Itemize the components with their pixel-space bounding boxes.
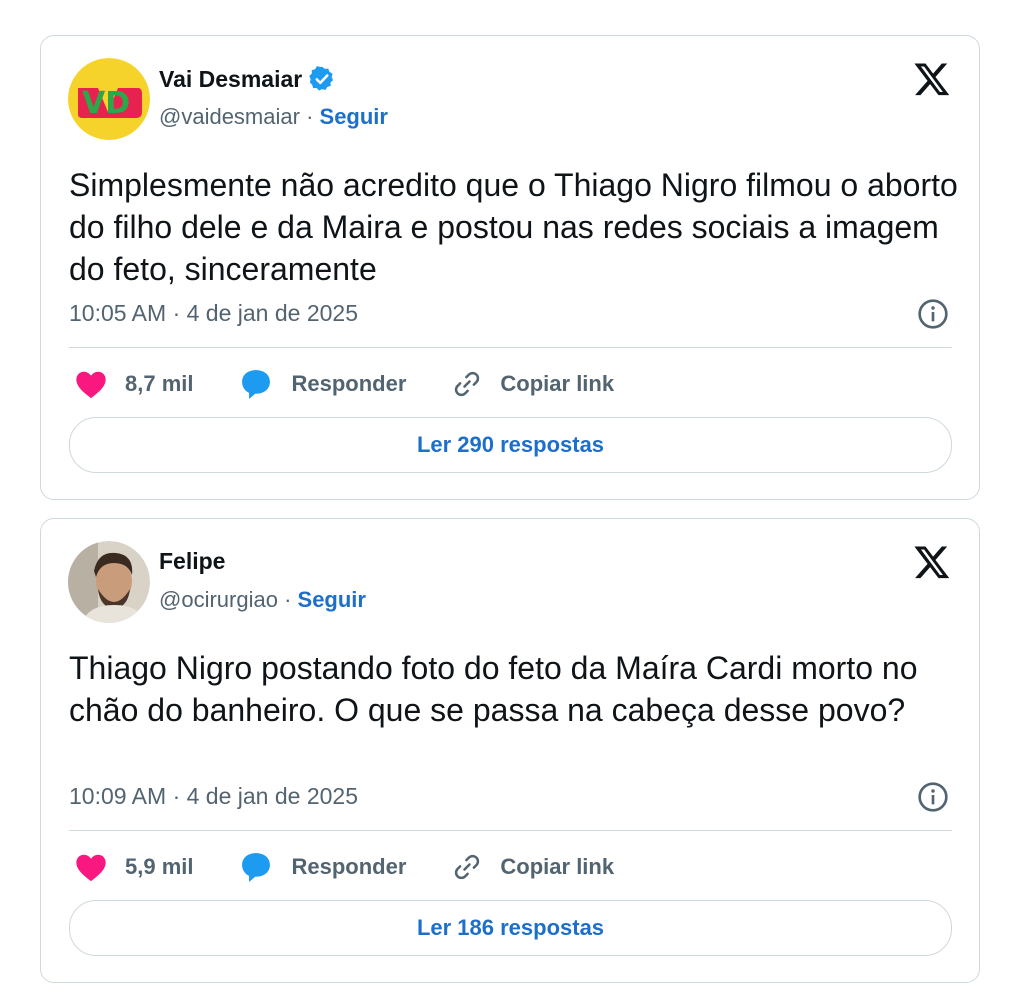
x-logo-icon[interactable] bbox=[913, 543, 951, 581]
tweet-text: Simplesmente não acredito que o Thiago N… bbox=[69, 167, 958, 287]
display-name[interactable]: Vai Desmaiar bbox=[159, 66, 302, 93]
read-replies-button[interactable]: Ler 186 respostas bbox=[69, 900, 952, 956]
avatar-logo-letters: VD bbox=[82, 86, 130, 121]
link-icon bbox=[455, 854, 480, 880]
heart-icon bbox=[76, 371, 106, 399]
like-count: 8,7 mil bbox=[125, 371, 194, 396]
tweet-card: VD Vai Desmaiar @vaidesmaiar · Seguir Si… bbox=[40, 35, 980, 500]
handle[interactable]: @vaidesmaiar bbox=[159, 104, 300, 129]
copy-link-button[interactable]: Copiar link bbox=[452, 852, 614, 882]
separator: · bbox=[284, 587, 298, 612]
copy-link-label: Copiar link bbox=[500, 371, 615, 396]
info-icon[interactable] bbox=[917, 781, 949, 813]
tweet-card: Felipe @ocirurgiao · Seguir Thiago Nigro… bbox=[40, 518, 980, 983]
speech-bubble-icon bbox=[242, 370, 271, 400]
speech-bubble-icon bbox=[242, 853, 271, 883]
reply-button[interactable]: Responder bbox=[239, 851, 406, 883]
timestamp[interactable]: 10:09 AM · 4 de jan de 2025 bbox=[69, 783, 358, 810]
info-icon[interactable] bbox=[917, 298, 949, 330]
read-replies-button[interactable]: Ler 290 respostas bbox=[69, 417, 952, 473]
reply-label: Responder bbox=[291, 371, 407, 396]
copy-link-button[interactable]: Copiar link bbox=[452, 369, 614, 399]
separator: · bbox=[306, 104, 320, 129]
like-count: 5,9 mil bbox=[125, 854, 194, 879]
divider bbox=[69, 347, 952, 348]
like-button[interactable]: 5,9 mil bbox=[75, 852, 193, 882]
copy-link-label: Copiar link bbox=[500, 854, 615, 879]
follow-button[interactable]: Seguir bbox=[298, 587, 366, 612]
avatar[interactable]: VD bbox=[68, 58, 150, 140]
link-icon bbox=[455, 371, 480, 397]
reply-button[interactable]: Responder bbox=[239, 368, 406, 400]
verified-badge-icon bbox=[308, 65, 336, 93]
display-name[interactable]: Felipe bbox=[159, 548, 225, 575]
avatar[interactable] bbox=[68, 541, 150, 623]
divider bbox=[69, 830, 952, 831]
reply-label: Responder bbox=[291, 854, 407, 879]
like-button[interactable]: 8,7 mil bbox=[75, 369, 193, 399]
timestamp[interactable]: 10:05 AM · 4 de jan de 2025 bbox=[69, 300, 358, 327]
x-logo-icon[interactable] bbox=[913, 60, 951, 98]
heart-icon bbox=[76, 854, 106, 882]
follow-button[interactable]: Seguir bbox=[320, 104, 388, 129]
tweet-text: Thiago Nigro postando foto do feto da Ma… bbox=[69, 650, 918, 728]
handle[interactable]: @ocirurgiao bbox=[159, 587, 278, 612]
